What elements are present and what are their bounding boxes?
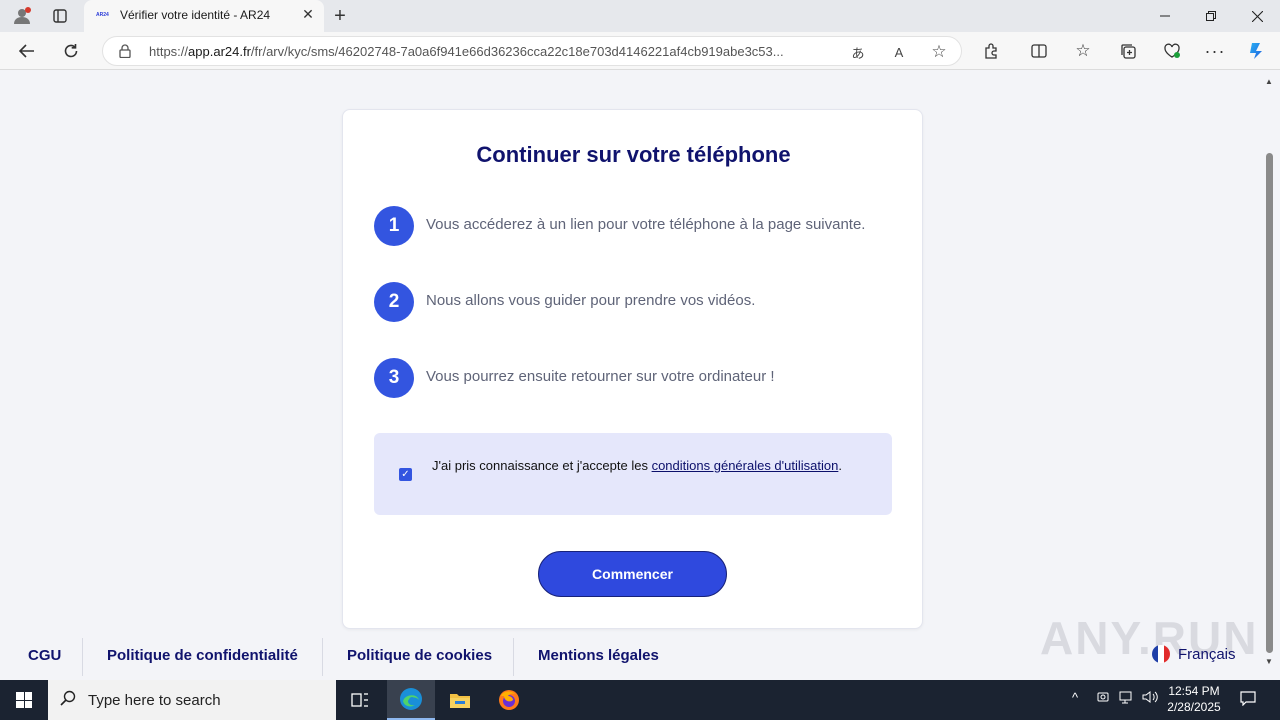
terms-link[interactable]: conditions générales d'utilisation xyxy=(652,458,839,473)
lock-icon[interactable] xyxy=(119,44,131,59)
windows-taskbar: Type here to search ^ 12:54 PM 2/28/2025 xyxy=(0,680,1280,720)
minimize-button[interactable] xyxy=(1142,0,1188,32)
footer-link-cookies[interactable]: Politique de cookies xyxy=(347,647,492,664)
scroll-down-icon[interactable]: ▼ xyxy=(1265,657,1273,666)
tab-active[interactable]: AR24 Vérifier votre identité - AR24 ✕ xyxy=(84,0,324,32)
start-button[interactable]: Commencer xyxy=(538,551,727,597)
step-item: 1 Vous accéderez à un lien pour votre té… xyxy=(374,206,904,246)
browser-toolbar: https://app.ar24.fr/fr/arv/kyc/sms/46202… xyxy=(0,32,1280,70)
back-arrow-icon[interactable] xyxy=(14,39,40,63)
step-number-badge: 1 xyxy=(374,206,414,246)
refresh-icon[interactable] xyxy=(58,39,84,63)
page-title: Continuer sur votre téléphone xyxy=(476,142,791,167)
language-selector[interactable]: Français xyxy=(1152,645,1236,663)
file-explorer-icon[interactable] xyxy=(436,680,484,720)
notifications-icon[interactable] xyxy=(1240,690,1256,709)
edge-taskbar-icon[interactable] xyxy=(387,680,435,720)
task-view-icon[interactable] xyxy=(336,680,384,720)
browser-essentials-icon[interactable] xyxy=(1159,39,1185,63)
tab-close-icon[interactable]: ✕ xyxy=(300,6,316,23)
taskbar-search[interactable]: Type here to search xyxy=(48,680,336,720)
more-menu-icon[interactable]: ··· xyxy=(1202,39,1228,63)
clock-date: 2/28/2025 xyxy=(1167,700,1221,714)
firefox-icon[interactable] xyxy=(485,680,533,720)
consent-box: ✓ J'ai pris connaissance et j'accepte le… xyxy=(374,433,892,515)
extensions-icon[interactable] xyxy=(978,39,1004,63)
search-placeholder: Type here to search xyxy=(88,692,221,709)
address-bar[interactable]: https://app.ar24.fr/fr/arv/kyc/sms/46202… xyxy=(102,36,962,66)
step-text: Vous accéderez à un lien pour votre télé… xyxy=(426,216,866,233)
step-item: 3 Vous pourrez ensuite retourner sur vot… xyxy=(374,358,904,398)
footer-link-legal[interactable]: Mentions légales xyxy=(538,647,659,664)
split-screen-icon[interactable] xyxy=(1026,39,1052,63)
windows-logo-icon xyxy=(16,692,32,708)
restore-button[interactable] xyxy=(1188,0,1234,32)
search-icon xyxy=(60,690,76,711)
new-tab-button[interactable]: + xyxy=(328,4,352,28)
url-text: https://app.ar24.fr/fr/arv/kyc/sms/46202… xyxy=(149,44,784,59)
profile-icon[interactable] xyxy=(10,4,34,28)
footer-link-cgu[interactable]: CGU xyxy=(28,647,61,664)
step-text: Nous allons vous guider pour prendre vos… xyxy=(426,292,756,309)
footer-divider xyxy=(322,638,323,676)
step-number-badge: 3 xyxy=(374,358,414,398)
network-icon[interactable] xyxy=(1119,690,1135,707)
clock-time: 12:54 PM xyxy=(1168,684,1220,698)
tab-actions-icon[interactable] xyxy=(48,4,72,28)
step-text: Vous pourrez ensuite retourner sur votre… xyxy=(426,368,775,385)
scrollbar[interactable]: ▲ ▼ xyxy=(1262,71,1280,680)
browser-tab-bar: AR24 Vérifier votre identité - AR24 ✕ + xyxy=(0,0,1280,32)
copilot-icon[interactable] xyxy=(1244,39,1270,63)
start-button-windows[interactable] xyxy=(0,680,48,720)
ar24-favicon-icon: AR24 xyxy=(96,12,109,18)
page-content: Continuer sur votre téléphone 1 Vous acc… xyxy=(0,71,1262,680)
consent-text: J'ai pris connaissance et j'accepte les … xyxy=(432,458,842,473)
favorite-star-icon[interactable]: ☆ xyxy=(928,41,950,63)
favorites-icon[interactable]: ☆ xyxy=(1070,39,1096,63)
close-window-button[interactable] xyxy=(1234,0,1280,32)
volume-icon[interactable] xyxy=(1142,690,1158,707)
terms-checkbox[interactable]: ✓ xyxy=(399,468,412,481)
footer-divider xyxy=(513,638,514,676)
france-flag-icon xyxy=(1152,645,1170,663)
scroll-up-icon[interactable]: ▲ xyxy=(1265,77,1273,86)
step-item: 2 Nous allons vous guider pour prendre v… xyxy=(374,282,904,322)
tab-title: Vérifier votre identité - AR24 xyxy=(120,8,271,22)
kyc-card: Continuer sur votre téléphone 1 Vous acc… xyxy=(342,109,923,629)
read-aloud-icon[interactable]: A xyxy=(888,41,910,63)
language-label: Français xyxy=(1178,645,1236,663)
translate-icon[interactable]: あ xyxy=(847,41,869,63)
meet-now-icon[interactable] xyxy=(1096,690,1110,707)
tray-overflow-icon[interactable]: ^ xyxy=(1072,690,1078,705)
footer-link-privacy[interactable]: Politique de confidentialité xyxy=(107,647,298,664)
footer-divider xyxy=(82,638,83,676)
system-clock[interactable]: 12:54 PM 2/28/2025 xyxy=(1160,683,1228,715)
collections-icon[interactable] xyxy=(1115,39,1141,63)
step-number-badge: 2 xyxy=(374,282,414,322)
scrollbar-thumb[interactable] xyxy=(1266,153,1273,653)
